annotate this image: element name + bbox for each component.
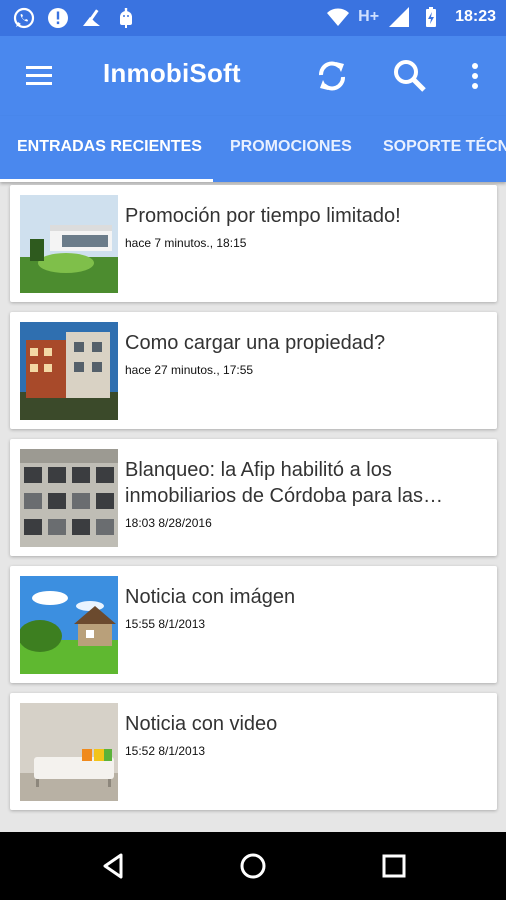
app-title: InmobiSoft xyxy=(103,58,241,88)
post-meta: hace 27 minutos., 17:55 xyxy=(125,363,254,377)
post-title: Noticia con imágen xyxy=(125,586,296,608)
post-meta: hace 7 minutos., 18:15 xyxy=(125,236,247,250)
search-icon[interactable] xyxy=(390,56,430,96)
post-meta: 15:55 8/1/2013 xyxy=(125,617,206,631)
whatsapp-icon xyxy=(13,7,35,29)
tab-entradas-recientes[interactable]: ENTRADAS RECIENTES xyxy=(17,138,202,156)
clock: 18:23 xyxy=(455,8,496,25)
post-title: Blanqueo: la Afip habilitó a los inmobil… xyxy=(125,459,443,507)
post-meta: 18:03 8/28/2016 xyxy=(125,516,212,530)
alert-icon xyxy=(48,8,68,28)
wifi-icon xyxy=(327,8,350,26)
tab-indicator xyxy=(0,179,213,182)
navigation-bar xyxy=(0,832,506,900)
post-title: Noticia con video xyxy=(125,713,278,735)
home-icon[interactable] xyxy=(235,848,271,884)
app-bar: InmobiSoft xyxy=(0,36,506,116)
post-thumbnail xyxy=(20,322,118,420)
tab-soporte-tecnico[interactable]: SOPORTE TÉCN xyxy=(383,138,506,156)
post-title: Como cargar una propiedad? xyxy=(125,332,386,354)
post-card[interactable]: Noticia con imágen 15:55 8/1/2013 xyxy=(10,566,497,683)
post-thumbnail xyxy=(20,703,118,801)
post-card[interactable]: Como cargar una propiedad? hace 27 minut… xyxy=(10,312,497,429)
system-icons: H+ 18:23 xyxy=(326,5,496,29)
post-title: Promoción por tiempo limitado! xyxy=(125,205,401,227)
tab-bar: ENTRADAS RECIENTES PROMOCIONES SOPORTE T… xyxy=(0,116,506,182)
android-debug-icon xyxy=(120,8,132,28)
status-bar: H+ 18:23 xyxy=(0,0,506,36)
tab-promociones[interactable]: PROMOCIONES xyxy=(230,138,352,156)
network-type: H+ xyxy=(358,8,380,25)
post-thumbnail xyxy=(20,576,118,674)
post-meta: 15:52 8/1/2013 xyxy=(125,744,206,758)
more-vert-icon[interactable] xyxy=(455,56,495,96)
notification-icons xyxy=(12,6,138,30)
post-thumbnail xyxy=(20,195,118,293)
signal-icon xyxy=(389,7,410,27)
menu-icon[interactable] xyxy=(24,62,54,90)
refresh-icon[interactable] xyxy=(312,56,352,96)
cleaner-icon xyxy=(83,9,100,26)
post-card[interactable]: Promoción por tiempo limitado! hace 7 mi… xyxy=(10,185,497,302)
recents-icon[interactable] xyxy=(376,848,412,884)
post-card[interactable]: Blanqueo: la Afip habilitó a los inmobil… xyxy=(10,439,497,556)
battery-charging-icon xyxy=(426,7,437,27)
post-thumbnail xyxy=(20,449,118,547)
post-card[interactable]: Noticia con video 15:52 8/1/2013 xyxy=(10,693,497,810)
back-icon[interactable] xyxy=(95,848,131,884)
